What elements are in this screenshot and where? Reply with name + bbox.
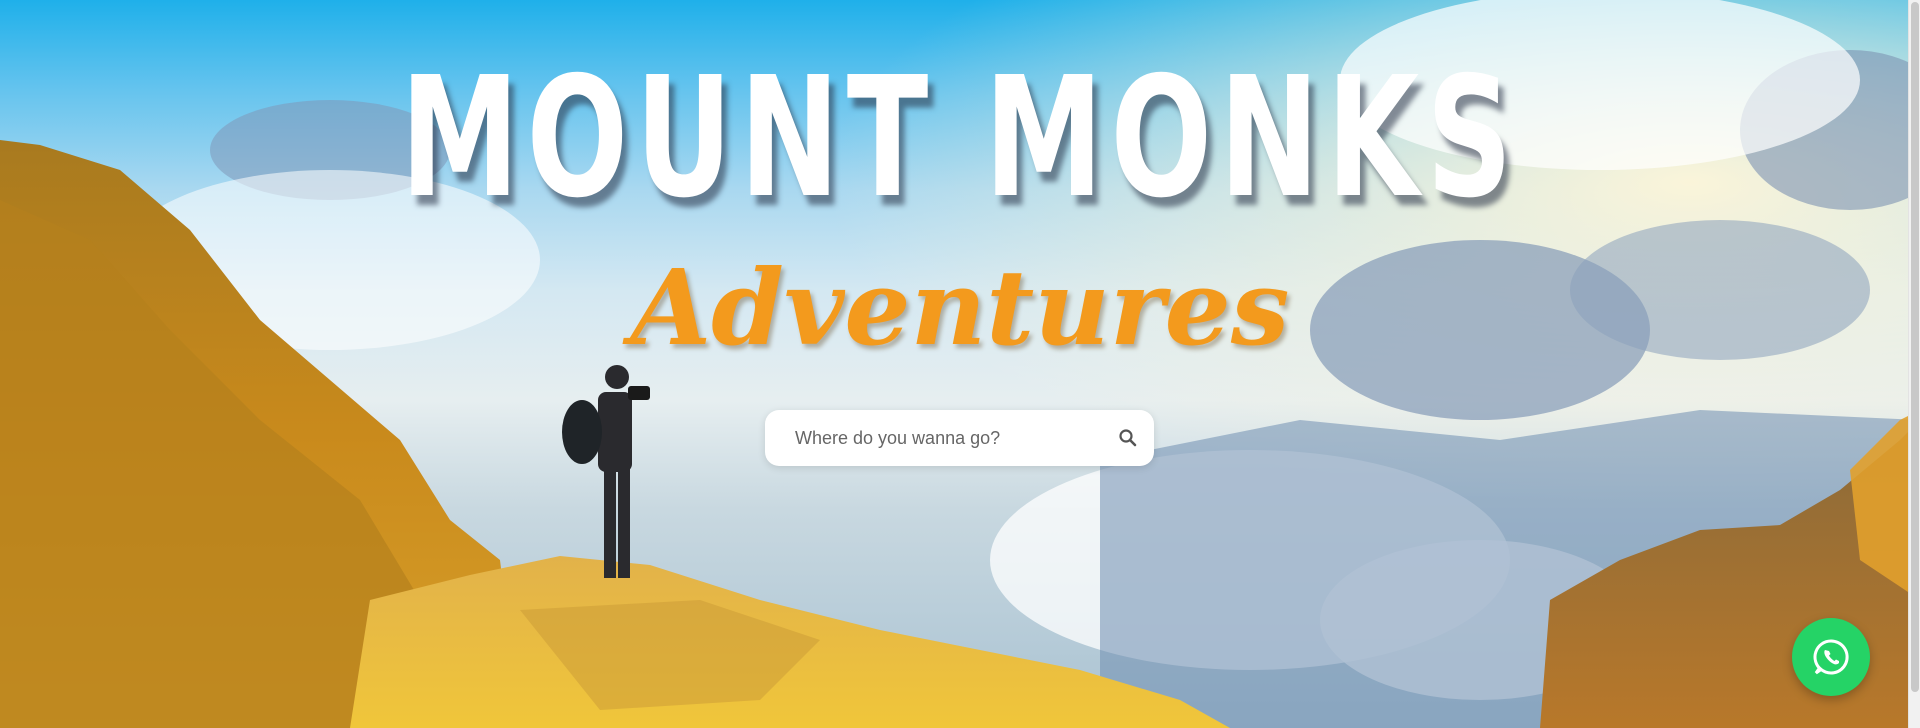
whatsapp-chat-button[interactable] xyxy=(1792,618,1870,696)
hero-banner: MOUNT MONKS Adventures xyxy=(0,0,1920,728)
hero-title: MOUNT MONKS xyxy=(400,42,1520,235)
hero-subtitle: Adventures xyxy=(630,246,1290,369)
search-input[interactable] xyxy=(795,420,1095,456)
search-icon[interactable] xyxy=(1118,428,1138,448)
scrollbar-thumb[interactable] xyxy=(1911,2,1919,692)
search-box xyxy=(765,410,1154,466)
whatsapp-icon xyxy=(1813,639,1849,675)
page-scrollbar[interactable] xyxy=(1908,0,1920,728)
